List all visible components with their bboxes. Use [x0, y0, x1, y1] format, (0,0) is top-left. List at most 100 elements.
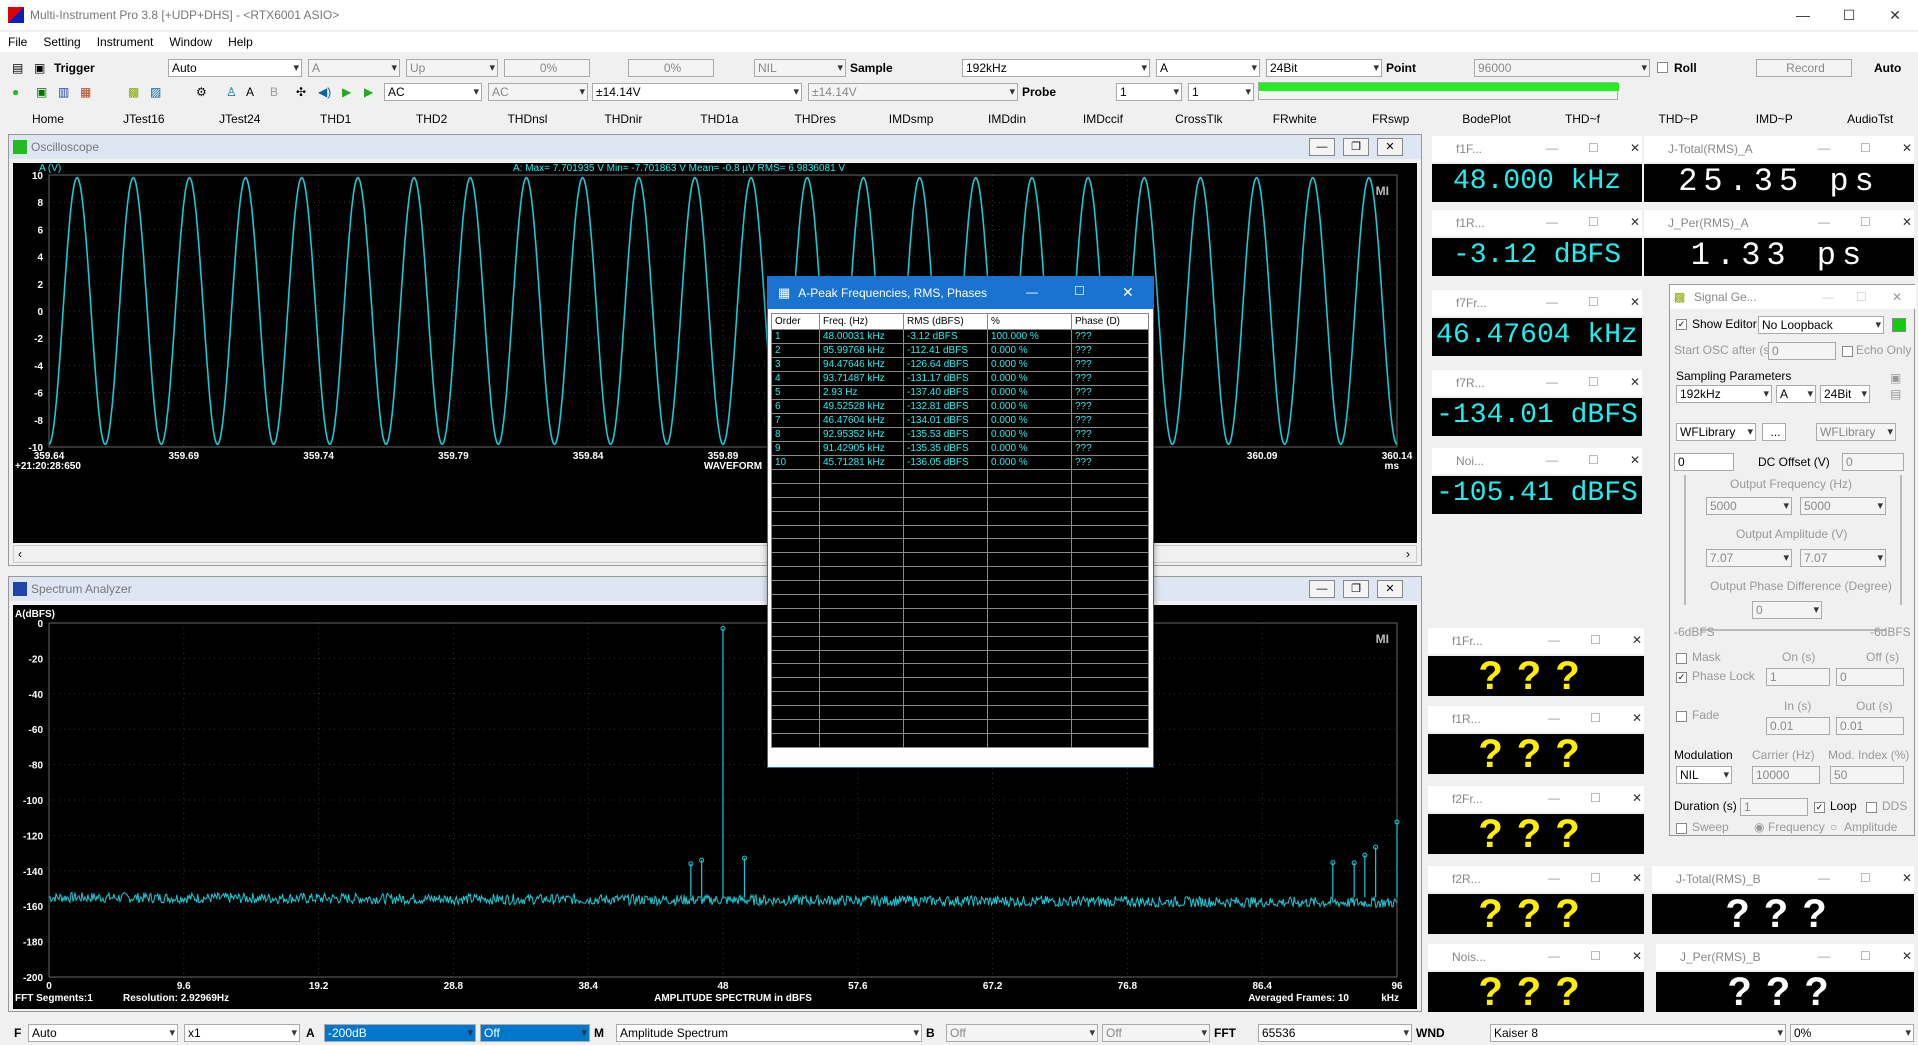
- menu-setting[interactable]: Setting: [35, 35, 88, 49]
- tab-frwhite[interactable]: FRwhite: [1247, 108, 1343, 128]
- meter-close-icon[interactable]: ✕: [1630, 375, 1640, 389]
- record-button[interactable]: Record: [1756, 59, 1852, 77]
- peak-minimize-icon[interactable]: —: [1026, 285, 1038, 299]
- spectrum-icon[interactable]: ▥: [58, 83, 69, 101]
- freq-axis-mode-select[interactable]: Auto: [28, 1024, 178, 1042]
- dc-offset-b[interactable]: 0: [1842, 453, 1904, 471]
- tab-jtest16[interactable]: JTest16: [96, 108, 192, 128]
- trigger-mode-select[interactable]: Auto: [168, 59, 302, 77]
- meter-maximize-icon[interactable]: ☐: [1590, 791, 1601, 805]
- dds-checkbox[interactable]: [1866, 802, 1877, 813]
- meter-close-icon[interactable]: ✕: [1902, 215, 1912, 229]
- tab-crosstlk[interactable]: CrossTlk: [1151, 108, 1247, 128]
- tab-frswp[interactable]: FRswp: [1343, 108, 1439, 128]
- signal-gen-minimize-icon[interactable]: —: [1822, 288, 1834, 306]
- run-indicator-icon[interactable]: ●: [12, 83, 19, 101]
- maximize-icon[interactable]: ☐: [1826, 0, 1872, 30]
- generator-on-icon[interactable]: [1892, 318, 1906, 332]
- points-select[interactable]: 96000: [1474, 59, 1650, 77]
- tab-thd1[interactable]: THD1: [288, 108, 384, 128]
- tab-thdres[interactable]: THDres: [767, 108, 863, 128]
- modulation-select[interactable]: NIL: [1676, 766, 1732, 784]
- start-osc-field[interactable]: 0: [1768, 342, 1836, 360]
- mask-checkbox[interactable]: [1676, 653, 1687, 664]
- meter-minimize-icon[interactable]: —: [1548, 871, 1560, 885]
- phase-lock-checkbox[interactable]: ✓: [1676, 672, 1687, 683]
- cursor-a-icon[interactable]: A: [246, 83, 254, 101]
- osc-restore-button[interactable]: ❐: [1343, 138, 1369, 156]
- mod-index-field[interactable]: 50: [1830, 766, 1904, 784]
- frequency-radio[interactable]: ◉: [1754, 818, 1764, 836]
- phase-field[interactable]: 0: [1752, 601, 1822, 619]
- mask-on-field[interactable]: 1: [1766, 668, 1830, 686]
- tab-thd1a[interactable]: THD1a: [671, 108, 767, 128]
- meter-close-icon[interactable]: ✕: [1630, 453, 1640, 467]
- spec-minimize-button[interactable]: —: [1309, 580, 1335, 598]
- meter-maximize-icon[interactable]: ☐: [1588, 375, 1599, 389]
- meter-maximize-icon[interactable]: ☐: [1590, 949, 1601, 963]
- gen-rate-select[interactable]: 192kHz: [1676, 385, 1772, 403]
- waveform-browse-button[interactable]: ...: [1762, 423, 1786, 441]
- meter-minimize-icon[interactable]: —: [1548, 791, 1560, 805]
- freq-a-field[interactable]: 5000: [1706, 497, 1792, 515]
- meter-minimize-icon[interactable]: —: [1546, 141, 1558, 155]
- meter-maximize-icon[interactable]: ☐: [1860, 949, 1871, 963]
- fade-checkbox[interactable]: [1676, 711, 1687, 722]
- meter-maximize-icon[interactable]: ☐: [1590, 871, 1601, 885]
- speaker-icon[interactable]: ◀): [318, 83, 331, 101]
- oscilloscope-icon[interactable]: ▣: [36, 83, 47, 101]
- meter-minimize-icon[interactable]: —: [1546, 453, 1558, 467]
- tab-jtest24[interactable]: JTest24: [192, 108, 288, 128]
- spectrum-plot[interactable]: 0 -20 -40 -60 -80 -100 -120 -140 -160 -180 -200 0 9.…: [13, 605, 1417, 1009]
- nil-select[interactable]: NIL: [754, 59, 846, 77]
- tab-imddin[interactable]: IMDdin: [959, 108, 1055, 128]
- meter-maximize-icon[interactable]: ☐: [1860, 871, 1871, 885]
- echo-only-checkbox[interactable]: [1842, 346, 1853, 357]
- tab-imd-p[interactable]: IMD~P: [1726, 108, 1822, 128]
- tab-home[interactable]: Home: [0, 108, 96, 128]
- meter-minimize-icon[interactable]: —: [1546, 295, 1558, 309]
- freq-b-field[interactable]: 5000: [1800, 497, 1886, 515]
- mask-off-field[interactable]: 0: [1836, 668, 1904, 686]
- col-phase[interactable]: Phase (D): [1071, 313, 1149, 330]
- trigger-level-pct[interactable]: 0%: [504, 59, 590, 77]
- meter-close-icon[interactable]: ✕: [1630, 141, 1640, 155]
- trigger-edge-select[interactable]: Up: [406, 59, 498, 77]
- meter-close-icon[interactable]: ✕: [1632, 949, 1642, 963]
- meter-minimize-icon[interactable]: —: [1546, 215, 1558, 229]
- meter-close-icon[interactable]: ✕: [1632, 633, 1642, 647]
- meter-close-icon[interactable]: ✕: [1632, 871, 1642, 885]
- osc-scrollbar[interactable]: ‹ ›: [13, 545, 1417, 563]
- amp-b-field[interactable]: 7.07: [1800, 549, 1886, 567]
- show-editor-checkbox[interactable]: ✓: [1676, 319, 1687, 330]
- meter-minimize-icon[interactable]: —: [1818, 215, 1830, 229]
- meter-minimize-icon[interactable]: —: [1818, 871, 1830, 885]
- meter-maximize-icon[interactable]: ☐: [1588, 141, 1599, 155]
- window-function-select[interactable]: Kaiser 8: [1490, 1024, 1786, 1042]
- meter-close-icon[interactable]: ✕: [1902, 871, 1912, 885]
- meter-maximize-icon[interactable]: ☐: [1860, 141, 1871, 155]
- probe-icon[interactable]: ♙: [226, 83, 237, 101]
- tab-thdnsl[interactable]: THDnsl: [480, 108, 576, 128]
- tab-imdccif[interactable]: IMDccif: [1055, 108, 1151, 128]
- amplitude-radio[interactable]: ○: [1830, 818, 1837, 836]
- col-order[interactable]: Order: [771, 313, 820, 330]
- carrier-field[interactable]: 10000: [1752, 766, 1820, 784]
- loopback-select[interactable]: No Loopback: [1758, 316, 1884, 334]
- meter-close-icon[interactable]: ✕: [1630, 295, 1640, 309]
- peaks-icon[interactable]: ⚙: [196, 83, 207, 101]
- duration-field[interactable]: 1: [1740, 798, 1808, 816]
- trigger-delay-pct[interactable]: 0%: [628, 59, 714, 77]
- meter-maximize-icon[interactable]: ☐: [1860, 215, 1871, 229]
- zoom-multiplier-select[interactable]: x1: [184, 1024, 300, 1042]
- spectrogram-icon[interactable]: ▦: [80, 83, 91, 101]
- multimeter-icon[interactable]: ▩: [128, 83, 139, 101]
- col-pct[interactable]: %: [987, 313, 1072, 330]
- meter-maximize-icon[interactable]: ☐: [1590, 633, 1601, 647]
- bit-depth-select[interactable]: 24Bit: [1266, 59, 1382, 77]
- meter-close-icon[interactable]: ✕: [1630, 215, 1640, 229]
- tab-thdnir[interactable]: THDnir: [575, 108, 671, 128]
- close-icon[interactable]: ✕: [1872, 0, 1918, 30]
- tab-audiotst[interactable]: AudioTst: [1822, 108, 1918, 128]
- menu-instrument[interactable]: Instrument: [89, 35, 162, 49]
